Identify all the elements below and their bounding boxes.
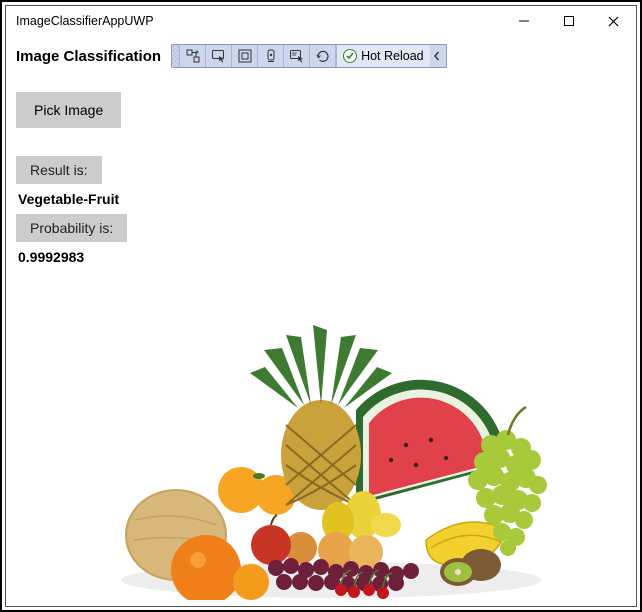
screenshot-frame: ImageClassifierAppUWP xyxy=(0,0,642,612)
hot-reload-settings-button[interactable] xyxy=(310,45,336,67)
minimize-button[interactable] xyxy=(501,6,546,36)
xaml-binding-icon xyxy=(289,48,305,64)
chevron-left-icon xyxy=(432,51,442,61)
result-value: Vegetable-Fruit xyxy=(16,190,121,208)
hot-reload-status[interactable]: Hot Reload xyxy=(336,45,430,67)
maximize-button[interactable] xyxy=(546,6,591,36)
app-window: ImageClassifierAppUWP xyxy=(5,5,637,607)
page-heading: Image Classification xyxy=(16,48,161,65)
toolbar-grip[interactable] xyxy=(172,45,180,67)
fruit-illustration xyxy=(86,290,556,600)
visual-tree-button[interactable] xyxy=(180,45,206,67)
layout-adorners-icon xyxy=(237,48,253,64)
titlebar: ImageClassifierAppUWP xyxy=(6,6,636,36)
close-button[interactable] xyxy=(591,6,636,36)
hot-reload-label: Hot Reload xyxy=(361,49,424,63)
debug-toolbar: Hot Reload xyxy=(171,44,447,68)
visual-tree-icon xyxy=(185,48,201,64)
maximize-icon xyxy=(564,16,574,26)
result-label: Result is: xyxy=(16,156,102,184)
track-focus-button[interactable] xyxy=(258,45,284,67)
minimize-icon xyxy=(519,16,529,26)
window-controls xyxy=(501,6,636,36)
content-column: Pick Image Result is: Vegetable-Fruit Pr… xyxy=(16,92,626,266)
close-icon xyxy=(608,16,619,27)
probability-value: 0.9992983 xyxy=(16,248,86,266)
hot-reload-check-icon xyxy=(343,49,357,63)
classified-image xyxy=(6,270,636,600)
select-element-button[interactable] xyxy=(206,45,232,67)
hot-reload-settings-icon xyxy=(315,48,331,64)
pick-image-button[interactable]: Pick Image xyxy=(16,92,121,128)
layout-adorners-button[interactable] xyxy=(232,45,258,67)
header-row: Image Classification xyxy=(16,42,626,70)
toolbar-collapse-button[interactable] xyxy=(430,45,446,67)
client-area: Image Classification xyxy=(6,36,636,606)
probability-label: Probability is: xyxy=(16,214,127,242)
window-title: ImageClassifierAppUWP xyxy=(6,14,154,28)
select-element-icon xyxy=(211,48,227,64)
track-focus-icon xyxy=(263,48,279,64)
xaml-binding-button[interactable] xyxy=(284,45,310,67)
